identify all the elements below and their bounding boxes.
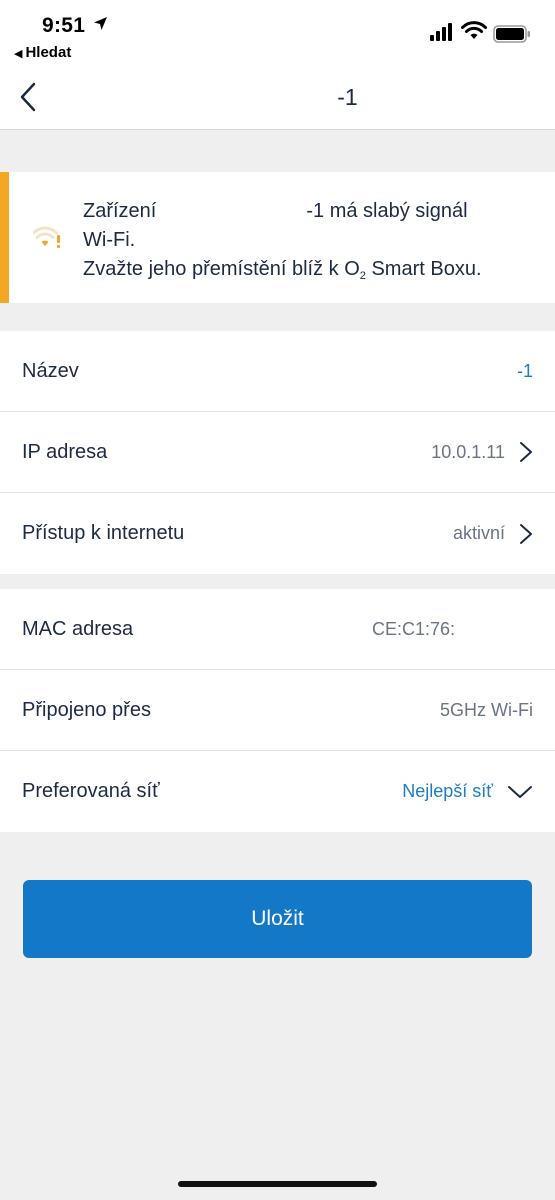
back-app-label: Hledat (25, 44, 72, 61)
connection-section: MAC adresa CE:C1:76: Připojeno přes 5GHz… (0, 589, 555, 832)
wifi-status-icon (461, 21, 487, 39)
device-detail-screen: 9:51 ◀ Hledat -1 Zařízení -1 má slabý si… (0, 0, 555, 1200)
name-row[interactable]: Název -1 (0, 331, 555, 412)
name-label: Název (22, 359, 79, 382)
battery-icon (493, 25, 530, 43)
location-arrow-icon (94, 17, 107, 30)
connected-via-label: Připojeno přes (22, 698, 151, 721)
banner-line-1: Zařízení -1 má slabý signál (83, 197, 482, 226)
weak-signal-banner: Zařízení -1 má slabý signál Wi-Fi. Zvažte… (0, 172, 555, 303)
banner-line3-start: Zvažte jeho přemístění blíž k O (83, 258, 360, 280)
preferred-network-value[interactable]: Nejlepší síť (402, 781, 493, 802)
banner-line3-end: Smart Boxu. (365, 258, 482, 280)
mac-address-label: MAC adresa (22, 617, 134, 640)
save-button[interactable]: Uložit (23, 880, 532, 958)
device-info-section: Název -1 IP adresa 10.0.1.11 Přístup k i… (0, 331, 555, 574)
banner-line1-end: -1 má slabý signál (306, 200, 468, 222)
ip-address-value: 10.0.1.11 (431, 441, 505, 462)
internet-access-label: Přístup k internetu (22, 522, 185, 544)
preferred-network-row[interactable]: Preferovaná síť Nejlepší síť (0, 751, 555, 832)
internet-access-row[interactable]: Přístup k internetu aktivní (0, 493, 555, 574)
top-bar: 9:51 ◀ Hledat -1 (0, 0, 555, 130)
chevron-right-icon (520, 442, 532, 462)
preferred-network-label: Preferovaná síť (22, 780, 160, 802)
banner-line-3: Zvažte jeho přemístění blíž k O2 Smart B… (83, 255, 482, 291)
banner-line1-start: Zařízení (83, 200, 157, 222)
internet-access-value: aktivní (452, 523, 505, 543)
mac-address-row: MAC adresa CE:C1:76: (0, 589, 555, 670)
connected-via-row: Připojeno přes 5GHz Wi-Fi (0, 670, 555, 751)
ip-address-row[interactable]: IP adresa 10.0.1.11 (0, 412, 555, 493)
chevron-right-icon (520, 523, 532, 544)
weak-wifi-warning-icon (33, 226, 60, 248)
chevron-down-icon[interactable] (507, 785, 533, 799)
status-time: 9:51 (42, 14, 86, 37)
page-title: -1 (0, 84, 555, 111)
home-indicator[interactable] (178, 1181, 377, 1187)
cellular-signal-icon (430, 23, 452, 41)
banner-line-2: Wi-Fi. (83, 229, 136, 251)
mac-address-value: CE:C1:76: (371, 618, 455, 639)
name-value[interactable]: -1 (517, 361, 533, 382)
back-to-app-link[interactable]: ◀ Hledat (14, 44, 71, 61)
page-title-text: -1 (337, 84, 358, 110)
back-triangle-icon: ◀ (14, 48, 23, 60)
ip-address-label: IP adresa (22, 440, 108, 463)
banner-message: Zařízení -1 má slabý signál Wi-Fi. Zvažte… (83, 197, 482, 291)
connected-via-value: 5GHz Wi-Fi (440, 699, 533, 720)
